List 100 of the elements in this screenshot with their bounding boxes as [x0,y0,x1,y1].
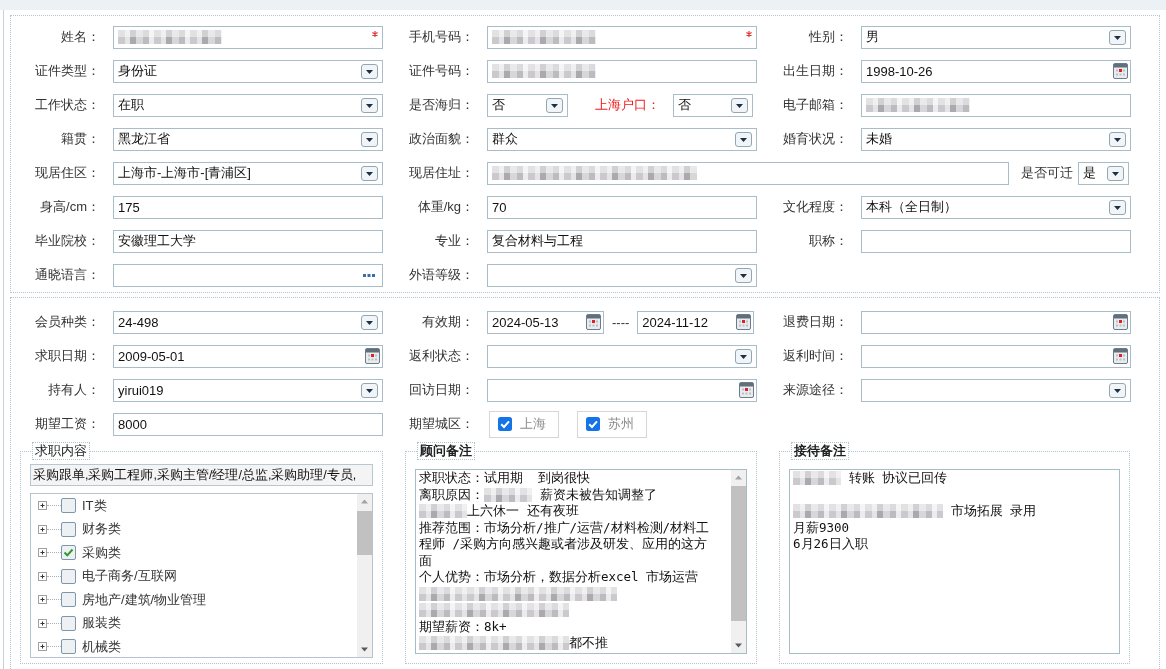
checkbox[interactable] [61,592,76,608]
dropdown-select[interactable]: 是 [1078,161,1129,185]
checkbox[interactable] [61,521,76,537]
field-label: 政治面貌： [408,130,475,148]
text-input[interactable] [113,25,383,49]
field-label: 通晓语言： [34,266,101,284]
note-text: 上六休一 还有夜班 [467,503,579,520]
text-input[interactable] [861,229,1131,253]
field-label: 回访日期： [408,381,475,399]
text-input[interactable]: 8000 [113,412,383,436]
calendar-icon[interactable] [1113,348,1128,364]
calendar-icon[interactable] [1113,63,1128,79]
tree-item-label[interactable]: 电子商务/互联网 [82,568,177,585]
tree-expander-icon[interactable] [38,548,47,558]
checkbox[interactable] [61,498,76,514]
text-input[interactable]: 复合材料与工程 [487,229,757,253]
field-label: 性别： [808,28,849,46]
tree-item-label[interactable]: 机械类 [82,638,121,655]
tree-item-label[interactable]: IT类 [82,497,107,514]
field-label: 返利状态： [408,347,475,365]
pixelated-redaction [793,471,841,486]
calendar-icon[interactable] [1113,314,1128,330]
date-input[interactable] [861,310,1131,334]
field-label: 毕业院校： [34,232,101,250]
note-text: 个人优势：市场分析，数据分析excel 市场运营 [419,569,699,586]
dropdown-select[interactable]: 群众 [487,127,757,151]
dropdown-select[interactable]: 男 [861,25,1131,49]
tree-item-label[interactable]: 服装类 [82,615,121,632]
tree-item-label[interactable]: 房地产/建筑/物业管理 [82,591,207,608]
calendar-icon[interactable] [365,348,380,364]
field-label: 姓名： [60,28,101,46]
picker-input[interactable] [113,263,383,287]
checkbox[interactable] [586,417,600,431]
field-label: 电子邮箱： [782,96,849,114]
scrollbar-thumb[interactable] [357,511,372,555]
pixelated-redaction [419,504,467,519]
field-label: 求职日期： [34,347,101,365]
text-input[interactable] [487,161,1009,185]
note-text: 市场拓展 录用 [949,503,1037,520]
dropdown-select[interactable]: 上海市-上海市-[青浦区] [113,161,383,185]
checkbox[interactable] [61,568,76,584]
tree-expander-icon[interactable] [38,501,47,511]
field-label: 出生日期： [782,62,849,80]
checkbox[interactable] [498,417,512,431]
dropdown-select[interactable]: 24-498 [113,310,383,334]
note-text: 都不推 [569,635,608,652]
text-input[interactable]: 175 [113,195,383,219]
range-separator: ---- [612,314,630,330]
tree-expander-icon[interactable] [38,524,47,534]
tree-expander-icon[interactable] [38,618,47,628]
text-input[interactable] [487,25,757,49]
text-input[interactable]: 安徽理工大学 [113,229,383,253]
checkbox[interactable] [61,639,76,655]
dropdown-select[interactable]: 本科（全日制） [861,195,1131,219]
notes-textarea[interactable]: 求职状态：试用期 到岗很快 离职原因： 薪资未被告知调整了 上六休一 还有夜班 推荐范围：市场分析/推广/运营/材料检测/材料工 程师 /采购方向感兴趣或者涉及研发、应用的这方 面 个人优势：市场分析，数据分析excel 市场运营 期望薪资：8k+ 都不推 [415,469,747,654]
calendar-icon[interactable] [739,382,754,398]
text-input[interactable] [487,59,757,83]
field-label: 手机号码： [408,28,475,46]
dropdown-select[interactable]: 否 [673,93,753,117]
field-label: 证件号码： [408,62,475,80]
note-text: 期望薪资：8k+ [419,618,507,635]
dropdown-select[interactable]: yirui019 [113,378,383,402]
tree-expander-icon[interactable] [38,571,47,581]
note-text: 面 [419,552,432,569]
date-input[interactable]: 1998-10-26 [861,59,1131,83]
required-asterisk-icon [746,30,752,37]
date-input[interactable] [487,378,757,402]
notes-textarea[interactable]: 转账 协议已回传 市场拓展 录用 月薪9300 6月26日入职 [789,469,1120,654]
calendar-icon[interactable] [586,314,601,330]
field-label: 身高/cm： [39,198,101,216]
text-input[interactable] [861,93,1131,117]
date-input[interactable]: 2024-11-12 [637,310,755,334]
tree-expander-icon[interactable] [38,595,47,605]
checkbox[interactable] [61,615,76,631]
checkbox-option[interactable]: 苏州 [577,410,647,438]
dropdown-select[interactable]: 黑龙江省 [113,127,383,151]
calendar-icon[interactable] [736,314,752,330]
date-input[interactable]: 2024-05-13 [487,310,604,334]
job-category-tree[interactable]: IT类 财务类 采购类 电子商务/互联网 房地产/建筑/物业管理 服装类 机械类 [30,493,373,658]
dropdown-select[interactable]: 否 [487,93,568,117]
selected-jobs-field[interactable]: 采购跟单,采购工程师,采购主管/经理/总监,采购助理/专员, [30,464,373,486]
ellipsis-icon[interactable] [363,273,375,277]
panel-title: 求职内容 [32,442,90,460]
dropdown-select[interactable]: 未婚 [861,127,1131,151]
dropdown-select[interactable]: 在职 [113,93,383,117]
pixelated-redaction [484,487,532,502]
text-input[interactable]: 70 [487,195,757,219]
scrollbar-thumb[interactable] [731,486,746,621]
tree-item-label[interactable]: 财务类 [82,521,121,538]
checkbox[interactable] [61,545,76,561]
tree-item-label[interactable]: 采购类 [82,544,121,561]
dropdown-select[interactable]: 身份证 [113,59,383,83]
tree-expander-icon[interactable] [38,642,47,652]
checkbox-option[interactable]: 上海 [489,410,559,438]
field-label: 现居住址： [408,164,475,182]
date-input[interactable]: 2009-05-01 [113,344,383,368]
date-input[interactable] [861,344,1131,368]
panel-title: 顾问备注 [417,442,475,460]
field-label: 期望城区： [408,415,475,433]
field-label: 职称： [808,232,849,250]
